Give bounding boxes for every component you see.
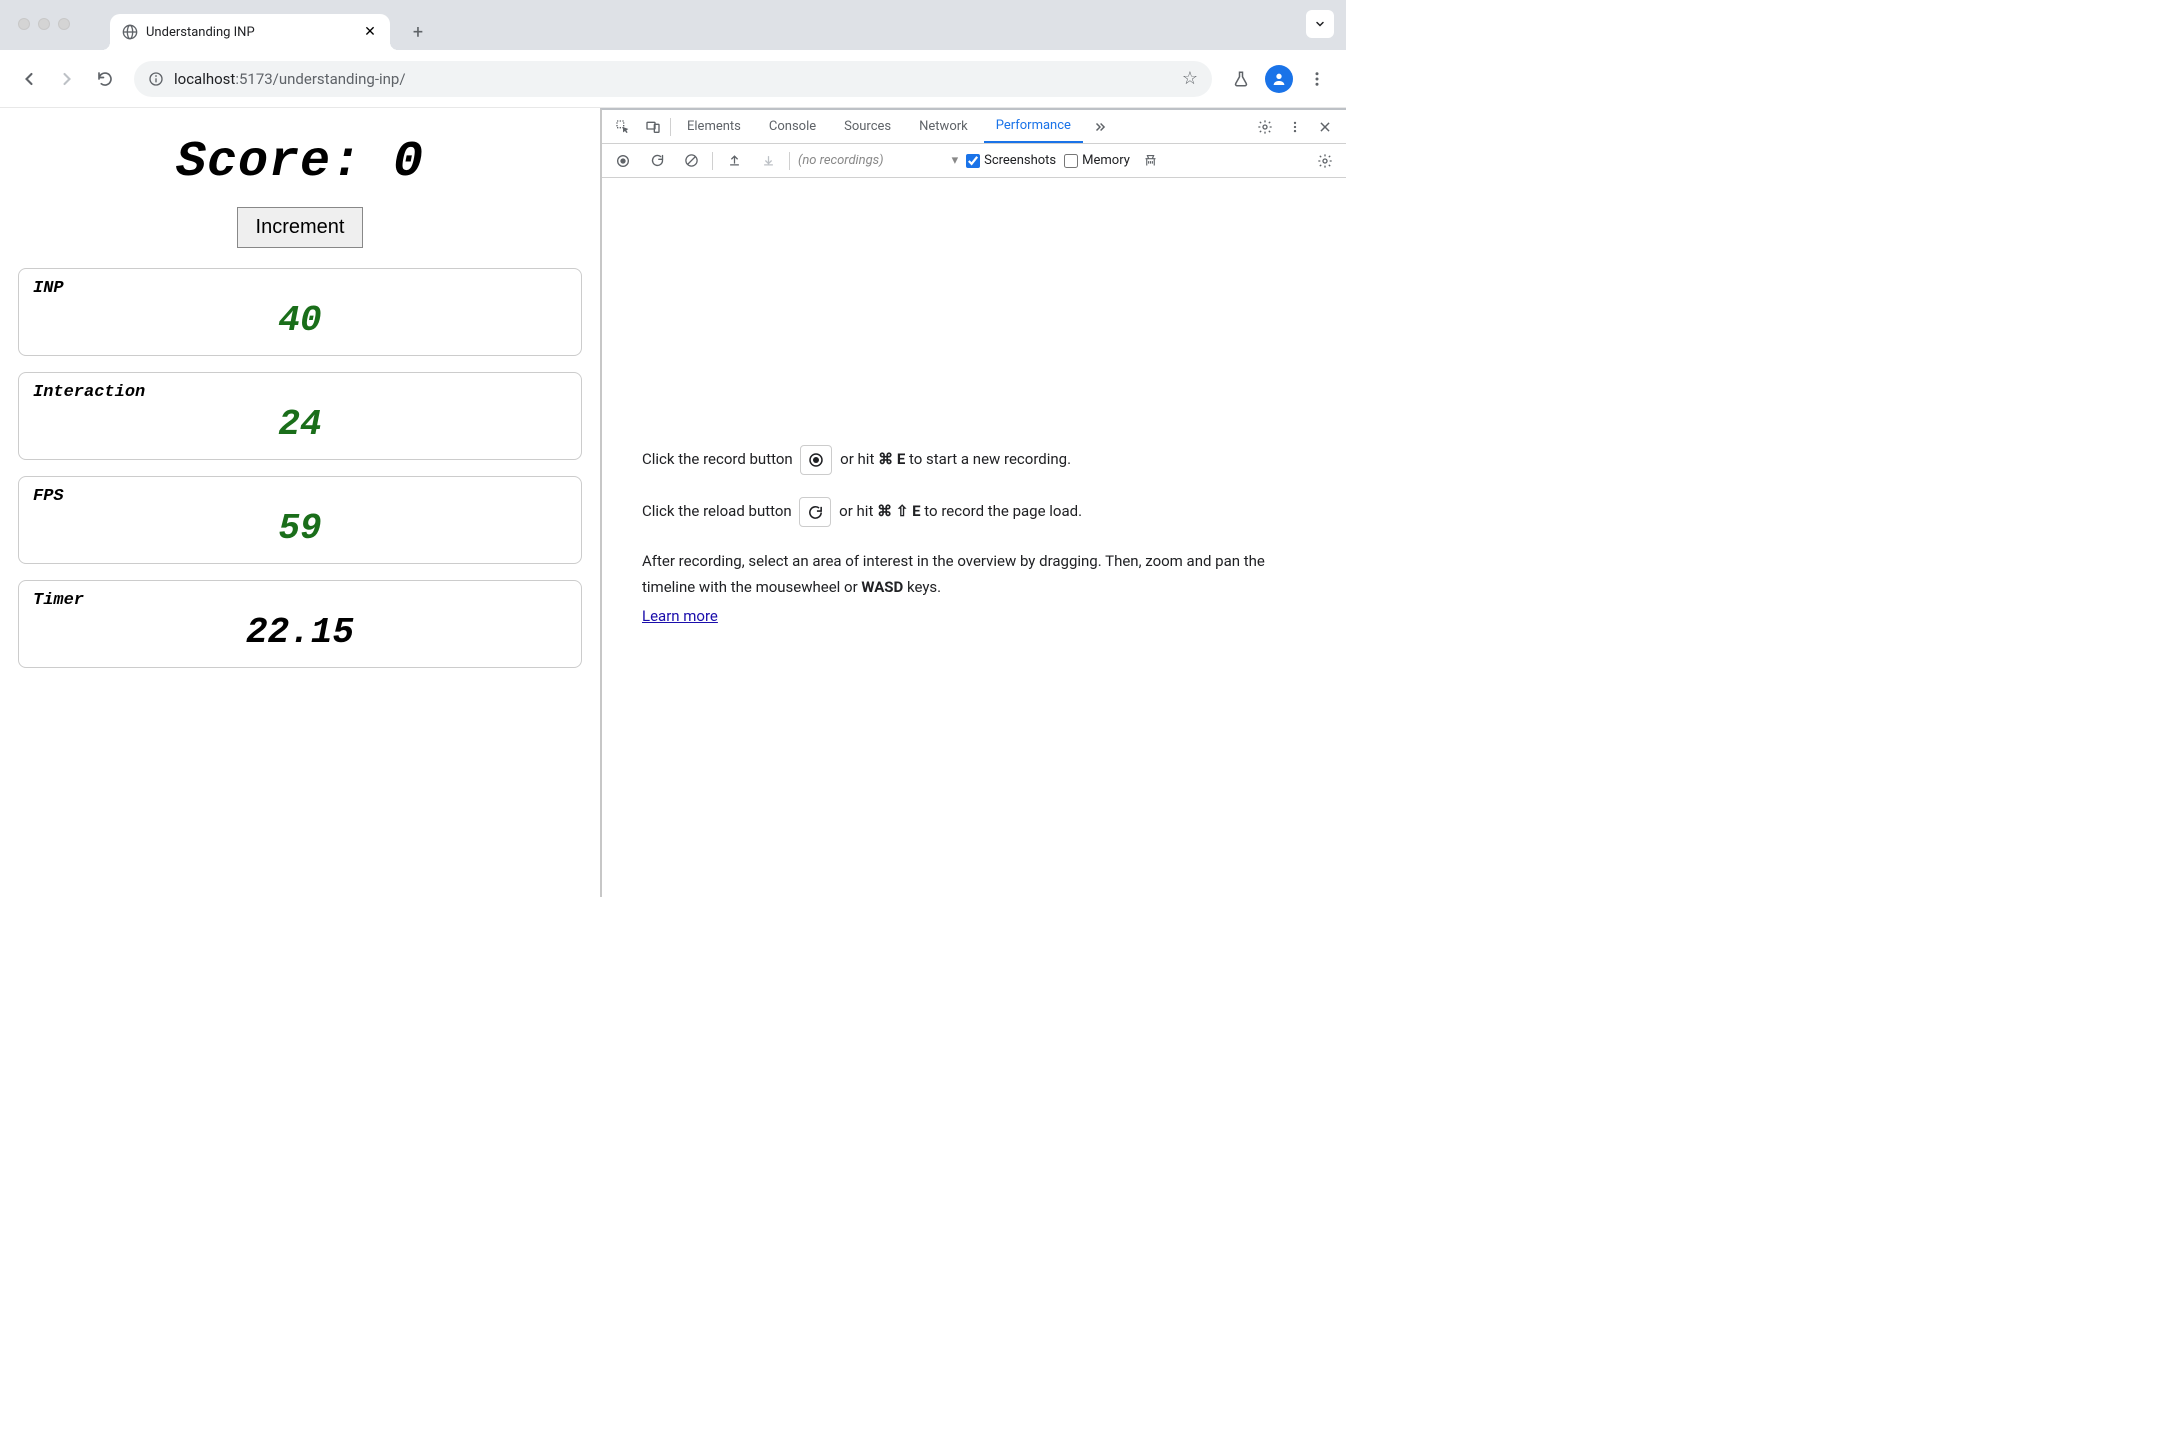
metric-card-timer: Timer 22.15: [18, 580, 582, 668]
labs-icon[interactable]: [1224, 62, 1258, 96]
device-toolbar-icon[interactable]: [640, 114, 666, 140]
menu-button[interactable]: [1300, 62, 1334, 96]
screenshots-checkbox-input[interactable]: [966, 154, 980, 168]
recordings-dropdown[interactable]: (no recordings): [798, 153, 884, 168]
tab-strip: Understanding INP ✕ +: [0, 0, 1346, 50]
tab-elements[interactable]: Elements: [675, 110, 753, 143]
metric-value: 59: [33, 508, 567, 549]
window-controls: [18, 18, 70, 30]
screenshots-checkbox[interactable]: Screenshots: [966, 153, 1056, 168]
more-tabs-icon[interactable]: [1087, 114, 1113, 140]
close-window[interactable]: [18, 18, 30, 30]
memory-checkbox[interactable]: Memory: [1064, 153, 1130, 168]
separator: [789, 152, 790, 170]
capture-settings-gear-icon[interactable]: [1312, 148, 1338, 174]
upload-icon[interactable]: [721, 148, 747, 174]
metric-value: 22.15: [33, 612, 567, 653]
page-viewport: Score: 0 Increment INP 40 Interaction 24…: [0, 108, 600, 897]
reload-button[interactable]: [88, 62, 122, 96]
reload-record-icon[interactable]: [644, 148, 670, 174]
download-icon: [755, 148, 781, 174]
metric-card-inp: INP 40: [18, 268, 582, 356]
maximize-window[interactable]: [58, 18, 70, 30]
settings-gear-icon[interactable]: [1252, 114, 1278, 140]
profile-avatar[interactable]: [1262, 62, 1296, 96]
more-menu-icon[interactable]: [1282, 114, 1308, 140]
separator: [670, 118, 671, 136]
metric-label: Timer: [33, 591, 567, 610]
inspect-element-icon[interactable]: [610, 114, 636, 140]
metric-value: 40: [33, 300, 567, 341]
performance-body: Click the record button or hit ⌘ E to st…: [602, 178, 1346, 897]
bookmark-star-icon[interactable]: ☆: [1182, 68, 1198, 89]
close-tab-icon[interactable]: ✕: [362, 24, 378, 40]
tab-performance[interactable]: Performance: [984, 110, 1083, 143]
performance-instructions: Click the record button or hit ⌘ E to st…: [642, 445, 1306, 630]
metric-value: 24: [33, 404, 567, 445]
increment-button[interactable]: Increment: [237, 207, 364, 248]
clear-icon[interactable]: [678, 148, 704, 174]
tab-sources[interactable]: Sources: [832, 110, 903, 143]
score-heading: Score: 0: [18, 134, 582, 191]
forward-button[interactable]: [50, 62, 84, 96]
browser-tab[interactable]: Understanding INP ✕: [110, 14, 390, 50]
dropdown-triangle-icon[interactable]: ▾: [952, 153, 959, 168]
metric-card-interaction: Interaction 24: [18, 372, 582, 460]
performance-toolbar: (no recordings) ▾ Screenshots Memory: [602, 144, 1346, 178]
tab-search-button[interactable]: [1306, 10, 1334, 38]
separator: [712, 152, 713, 170]
minimize-window[interactable]: [38, 18, 50, 30]
close-devtools-icon[interactable]: [1312, 114, 1338, 140]
inline-reload-icon: [799, 497, 831, 527]
tab-title: Understanding INP: [146, 25, 354, 40]
new-tab-button[interactable]: +: [404, 18, 432, 46]
learn-more-link[interactable]: Learn more: [642, 607, 718, 625]
back-button[interactable]: [12, 62, 46, 96]
garbage-collect-icon[interactable]: [1138, 148, 1164, 174]
metric-label: FPS: [33, 487, 567, 506]
memory-checkbox-input[interactable]: [1064, 154, 1078, 168]
tab-console[interactable]: Console: [757, 110, 828, 143]
address-bar[interactable]: localhost:5173/understanding-inp/ ☆: [134, 61, 1212, 97]
devtools-panel: Elements Console Sources Network Perform…: [600, 108, 1346, 897]
info-icon[interactable]: [148, 71, 164, 87]
inline-record-icon: [800, 445, 832, 475]
devtools-tab-bar: Elements Console Sources Network Perform…: [602, 110, 1346, 144]
metric-card-fps: FPS 59: [18, 476, 582, 564]
metric-label: INP: [33, 279, 567, 298]
url-text: localhost:5173/understanding-inp/: [174, 70, 406, 88]
tab-network[interactable]: Network: [907, 110, 980, 143]
metric-label: Interaction: [33, 383, 567, 402]
browser-toolbar: localhost:5173/understanding-inp/ ☆: [0, 50, 1346, 108]
globe-icon: [122, 24, 138, 40]
record-button-icon[interactable]: [610, 148, 636, 174]
